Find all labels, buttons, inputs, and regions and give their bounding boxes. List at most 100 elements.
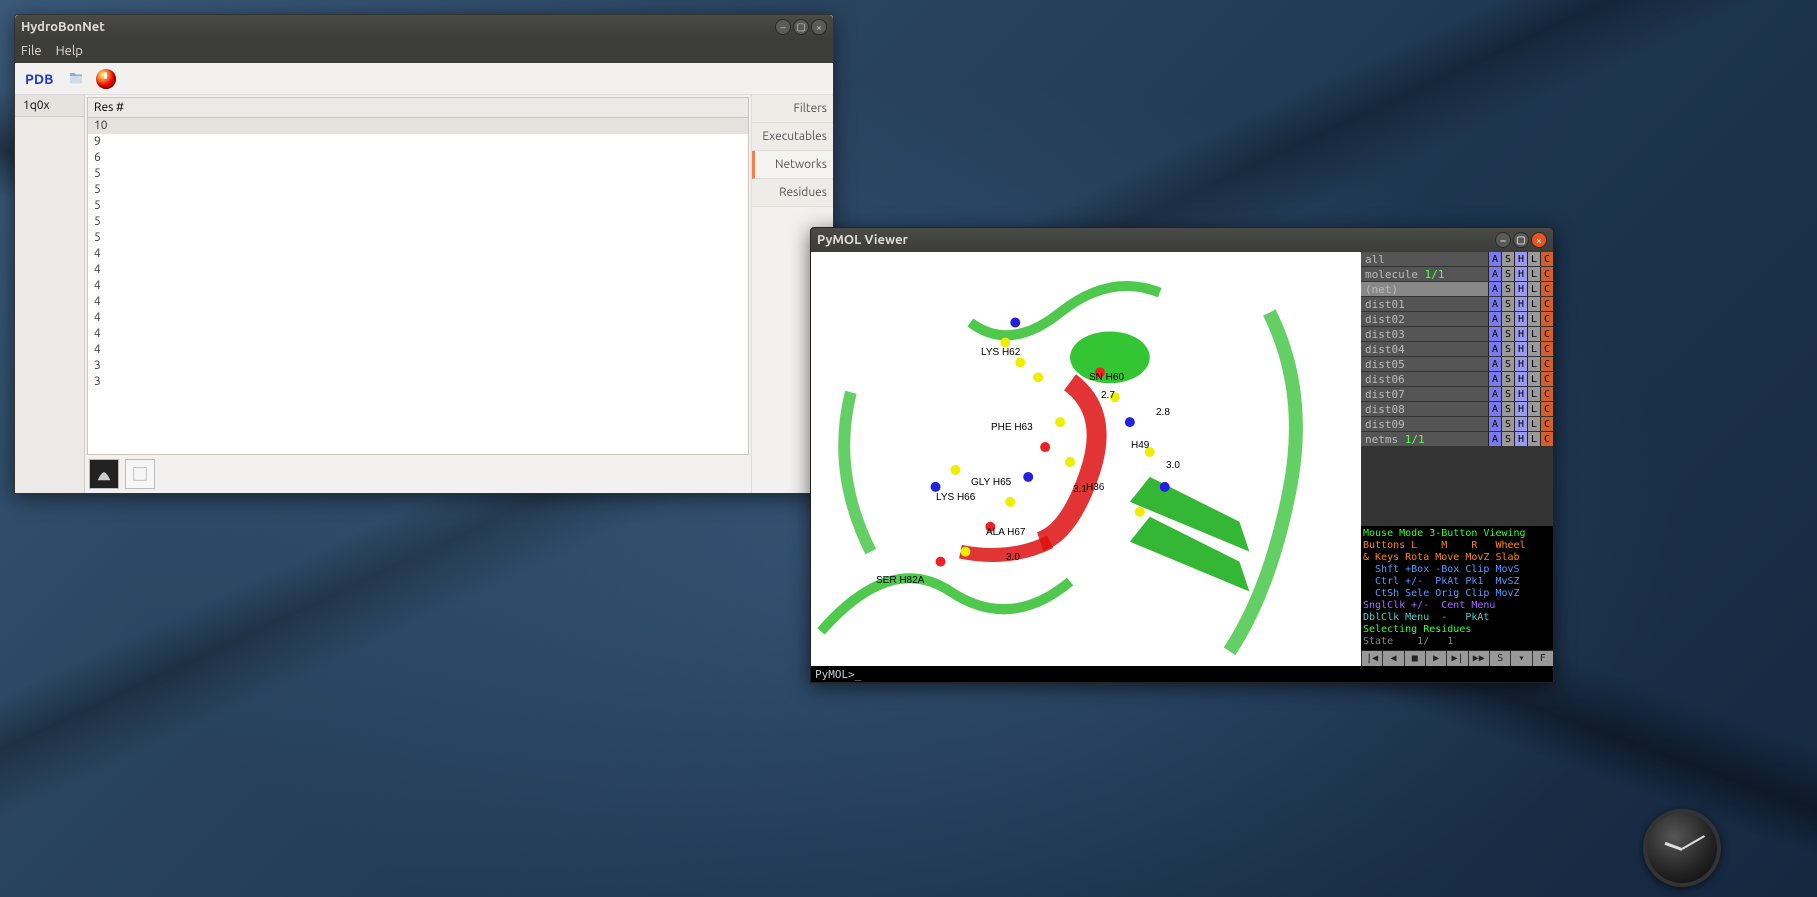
object-row[interactable]: allASHLC xyxy=(1361,252,1553,267)
close-icon[interactable]: × xyxy=(1531,232,1547,248)
obj-l-button[interactable]: L xyxy=(1527,297,1540,311)
res-row[interactable]: 6 xyxy=(88,150,748,166)
res-row[interactable]: 4 xyxy=(88,294,748,310)
obj-l-button[interactable]: L xyxy=(1527,432,1540,446)
obj-l-button[interactable]: L xyxy=(1527,357,1540,371)
res-row[interactable]: 3 xyxy=(88,358,748,374)
obj-l-button[interactable]: L xyxy=(1527,402,1540,416)
res-row[interactable]: 5 xyxy=(88,198,748,214)
obj-h-button[interactable]: H xyxy=(1514,267,1527,281)
obj-l-button[interactable]: L xyxy=(1527,282,1540,296)
res-row[interactable]: 5 xyxy=(88,166,748,182)
obj-a-button[interactable]: A xyxy=(1488,417,1501,431)
close-icon[interactable]: × xyxy=(811,19,827,35)
res-row[interactable]: 4 xyxy=(88,278,748,294)
object-row[interactable]: dist04ASHLC xyxy=(1361,342,1553,357)
obj-c-button[interactable]: C xyxy=(1540,342,1553,356)
obj-s-button[interactable]: S xyxy=(1501,252,1514,266)
obj-a-button[interactable]: A xyxy=(1488,297,1501,311)
object-row[interactable]: netms 1/1ASHLC xyxy=(1361,432,1553,447)
maximize-icon[interactable]: ▢ xyxy=(793,19,809,35)
minimize-icon[interactable]: – xyxy=(775,19,791,35)
obj-c-button[interactable]: C xyxy=(1540,357,1553,371)
maximize-icon[interactable]: ▢ xyxy=(1513,232,1529,248)
obj-a-button[interactable]: A xyxy=(1488,342,1501,356)
vcr-button[interactable]: ▶ xyxy=(1425,651,1446,666)
obj-a-button[interactable]: A xyxy=(1488,432,1501,446)
object-row[interactable]: dist05ASHLC xyxy=(1361,357,1553,372)
vcr-button[interactable]: ▶| xyxy=(1446,651,1467,666)
obj-a-button[interactable]: A xyxy=(1488,372,1501,386)
obj-s-button[interactable]: S xyxy=(1501,387,1514,401)
res-row[interactable]: 4 xyxy=(88,310,748,326)
object-row[interactable]: (net)ASHLC xyxy=(1361,282,1553,297)
obj-c-button[interactable]: C xyxy=(1540,402,1553,416)
res-row[interactable]: 5 xyxy=(88,182,748,198)
side-tab-residues[interactable]: Residues xyxy=(752,179,833,207)
obj-s-button[interactable]: S xyxy=(1501,327,1514,341)
obj-c-button[interactable]: C xyxy=(1540,417,1553,431)
res-row[interactable]: 10 xyxy=(88,118,748,134)
obj-a-button[interactable]: A xyxy=(1488,402,1501,416)
vcr-button[interactable]: F xyxy=(1532,651,1553,666)
thumb-light-icon[interactable] xyxy=(125,459,155,489)
pymol-viewport[interactable]: LYS H62SN H602.72.8PHE H63H493.0GLY H65H… xyxy=(811,252,1361,666)
obj-a-button[interactable]: A xyxy=(1488,387,1501,401)
obj-s-button[interactable]: S xyxy=(1501,267,1514,281)
obj-h-button[interactable]: H xyxy=(1514,432,1527,446)
object-row[interactable]: dist02ASHLC xyxy=(1361,312,1553,327)
obj-a-button[interactable]: A xyxy=(1488,312,1501,326)
obj-h-button[interactable]: H xyxy=(1514,417,1527,431)
side-tab-filters[interactable]: Filters xyxy=(752,95,833,123)
obj-s-button[interactable]: S xyxy=(1501,402,1514,416)
res-row[interactable]: 5 xyxy=(88,214,748,230)
obj-h-button[interactable]: H xyxy=(1514,297,1527,311)
obj-l-button[interactable]: L xyxy=(1527,252,1540,266)
obj-h-button[interactable]: H xyxy=(1514,327,1527,341)
obj-h-button[interactable]: H xyxy=(1514,402,1527,416)
obj-c-button[interactable]: C xyxy=(1540,327,1553,341)
pymol-command-line[interactable]: PyMOL>_ xyxy=(811,666,1553,682)
vcr-button[interactable]: ▶▶ xyxy=(1468,651,1489,666)
power-icon[interactable] xyxy=(95,68,117,90)
thumb-dark-icon[interactable] xyxy=(89,459,119,489)
res-row[interactable]: 3 xyxy=(88,374,748,390)
res-list[interactable]: 109655555444444433 xyxy=(87,118,749,455)
res-row[interactable]: 5 xyxy=(88,230,748,246)
hbn-titlebar[interactable]: HydroBonNet – ▢ × xyxy=(15,15,833,39)
res-row[interactable]: 4 xyxy=(88,326,748,342)
obj-s-button[interactable]: S xyxy=(1501,417,1514,431)
side-tab-executables[interactable]: Executables xyxy=(752,123,833,151)
obj-c-button[interactable]: C xyxy=(1540,387,1553,401)
menu-help[interactable]: Help xyxy=(56,44,83,58)
obj-h-button[interactable]: H xyxy=(1514,312,1527,326)
obj-c-button[interactable]: C xyxy=(1540,432,1553,446)
obj-c-button[interactable]: C xyxy=(1540,312,1553,326)
vcr-button[interactable]: ▾ xyxy=(1510,651,1531,666)
obj-s-button[interactable]: S xyxy=(1501,297,1514,311)
res-header[interactable]: Res # xyxy=(87,97,749,118)
open-file-icon[interactable] xyxy=(65,68,87,90)
obj-s-button[interactable]: S xyxy=(1501,282,1514,296)
obj-a-button[interactable]: A xyxy=(1488,252,1501,266)
obj-c-button[interactable]: C xyxy=(1540,297,1553,311)
obj-h-button[interactable]: H xyxy=(1514,372,1527,386)
obj-a-button[interactable]: A xyxy=(1488,282,1501,296)
object-row[interactable]: dist07ASHLC xyxy=(1361,387,1553,402)
obj-a-button[interactable]: A xyxy=(1488,267,1501,281)
res-row[interactable]: 4 xyxy=(88,246,748,262)
vcr-button[interactable]: ■ xyxy=(1404,651,1425,666)
pymol-titlebar[interactable]: PyMOL Viewer – ▢ × xyxy=(811,228,1553,252)
obj-l-button[interactable]: L xyxy=(1527,417,1540,431)
obj-l-button[interactable]: L xyxy=(1527,372,1540,386)
obj-s-button[interactable]: S xyxy=(1501,432,1514,446)
pdb-tab[interactable]: 1q0x xyxy=(15,95,84,117)
vcr-button[interactable]: S xyxy=(1489,651,1510,666)
obj-l-button[interactable]: L xyxy=(1527,342,1540,356)
obj-s-button[interactable]: S xyxy=(1501,342,1514,356)
res-row[interactable]: 4 xyxy=(88,262,748,278)
obj-s-button[interactable]: S xyxy=(1501,372,1514,386)
vcr-button[interactable]: |◀ xyxy=(1361,651,1382,666)
obj-h-button[interactable]: H xyxy=(1514,387,1527,401)
object-row[interactable]: dist03ASHLC xyxy=(1361,327,1553,342)
